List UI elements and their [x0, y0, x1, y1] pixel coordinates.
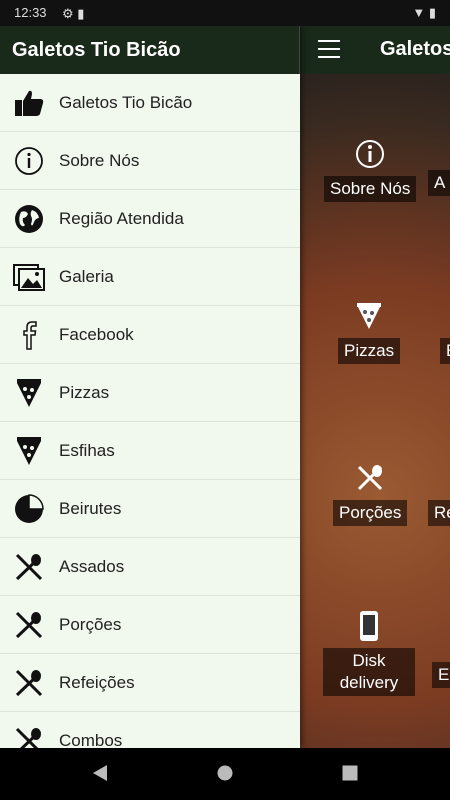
- gallery-icon: [13, 261, 45, 293]
- drawer-item-label: Sobre Nós: [59, 150, 140, 170]
- phone-icon: [323, 608, 415, 644]
- drawer-item-porcoes[interactable]: Porções: [0, 596, 300, 654]
- drawer-item-assados[interactable]: Assados: [0, 538, 300, 596]
- home-icon[interactable]: [216, 764, 234, 782]
- tile-label: En: [432, 662, 450, 688]
- tile-partial-e[interactable]: E: [440, 338, 450, 364]
- fork-spoon-icon: [13, 667, 45, 699]
- menu-icon[interactable]: [318, 40, 340, 58]
- tile-pizzas[interactable]: Pizzas: [338, 298, 401, 364]
- system-navigation-bar: [0, 748, 450, 800]
- recents-icon[interactable]: [341, 764, 359, 782]
- fork-spoon-icon: [13, 551, 45, 583]
- drawer-item-regiao[interactable]: Região Atendida: [0, 190, 300, 248]
- drawer-item-sobre-nos[interactable]: Sobre Nós: [0, 132, 300, 190]
- drawer-item-label: Galeria: [59, 266, 114, 286]
- tile-label: Pizzas: [338, 338, 401, 364]
- drawer-item-label: Esfihas: [59, 440, 115, 460]
- status-bar: 12:33 ⚙ ▮ ▼ ▮: [0, 0, 450, 26]
- fork-spoon-icon: [13, 725, 45, 748]
- drawer-title: Galetos Tio Bicão: [0, 26, 300, 74]
- navigation-drawer: Galetos Tio Bicão Galetos Tio Bicão Sobr…: [0, 26, 300, 748]
- tile-label: Porções: [333, 500, 408, 526]
- tile-label: A: [428, 170, 450, 196]
- drawer-item-label: Assados: [59, 556, 125, 576]
- drawer-item-label: Combos: [59, 730, 123, 749]
- tile-label: E: [440, 338, 450, 364]
- drawer-item-refeicoes[interactable]: Refeições: [0, 654, 300, 712]
- drawer-item-label: Porções: [59, 614, 122, 634]
- fork-spoon-icon: [13, 609, 45, 641]
- app-bar: Galetos: [300, 26, 450, 74]
- drawer-item-label: Região Atendida: [59, 208, 184, 228]
- drawer-item-label: Facebook: [59, 324, 134, 344]
- info-icon: [324, 136, 416, 172]
- pie-chart-icon: [13, 493, 45, 525]
- tile-label: Sobre Nós: [324, 176, 417, 202]
- notification-icons: ⚙ ▮: [62, 6, 85, 21]
- tile-partial-en[interactable]: En: [432, 662, 450, 688]
- drawer-item-esfihas[interactable]: Esfihas: [0, 422, 300, 480]
- thumbs-up-icon: [13, 87, 45, 119]
- facebook-icon: [13, 319, 45, 351]
- tile-porcoes[interactable]: Porções: [333, 460, 408, 526]
- tile-sobre-nos[interactable]: Sobre Nós: [324, 136, 417, 202]
- drawer-item-pizzas[interactable]: Pizzas: [0, 364, 300, 422]
- tile-label: Disk delivery: [323, 648, 415, 696]
- tile-partial-re[interactable]: Re: [428, 500, 450, 526]
- pizza-slice-icon: [13, 435, 45, 467]
- back-icon[interactable]: [91, 764, 109, 782]
- pizza-slice-icon: [338, 298, 400, 334]
- drawer-item-label: Pizzas: [59, 382, 110, 402]
- clock: 12:33: [14, 5, 47, 20]
- drawer-item-label: Beirutes: [59, 498, 122, 518]
- globe-icon: [13, 203, 45, 235]
- tile-disk-delivery[interactable]: Disk delivery: [323, 608, 415, 696]
- pizza-slice-icon: [13, 377, 45, 409]
- wifi-battery-icons: ▼ ▮: [412, 5, 436, 20]
- tile-label: Re: [428, 500, 450, 526]
- drawer-item-galeria[interactable]: Galeria: [0, 248, 300, 306]
- drawer-item-combos[interactable]: Combos: [0, 712, 300, 748]
- drawer-item-label: Galetos Tio Bicão: [59, 92, 193, 112]
- drawer-item-facebook[interactable]: Facebook: [0, 306, 300, 364]
- fork-spoon-icon: [333, 460, 407, 496]
- app-title: Galetos: [380, 38, 450, 60]
- app-screen: Galetos Sobre Nós A Pizzas E Porções Re …: [0, 26, 450, 748]
- drawer-item-beirutes[interactable]: Beirutes: [0, 480, 300, 538]
- tile-partial-a[interactable]: A: [428, 170, 450, 196]
- drawer-item-label: Refeições: [59, 672, 135, 692]
- info-icon: [13, 145, 45, 177]
- drawer-item-galetos[interactable]: Galetos Tio Bicão: [0, 74, 300, 132]
